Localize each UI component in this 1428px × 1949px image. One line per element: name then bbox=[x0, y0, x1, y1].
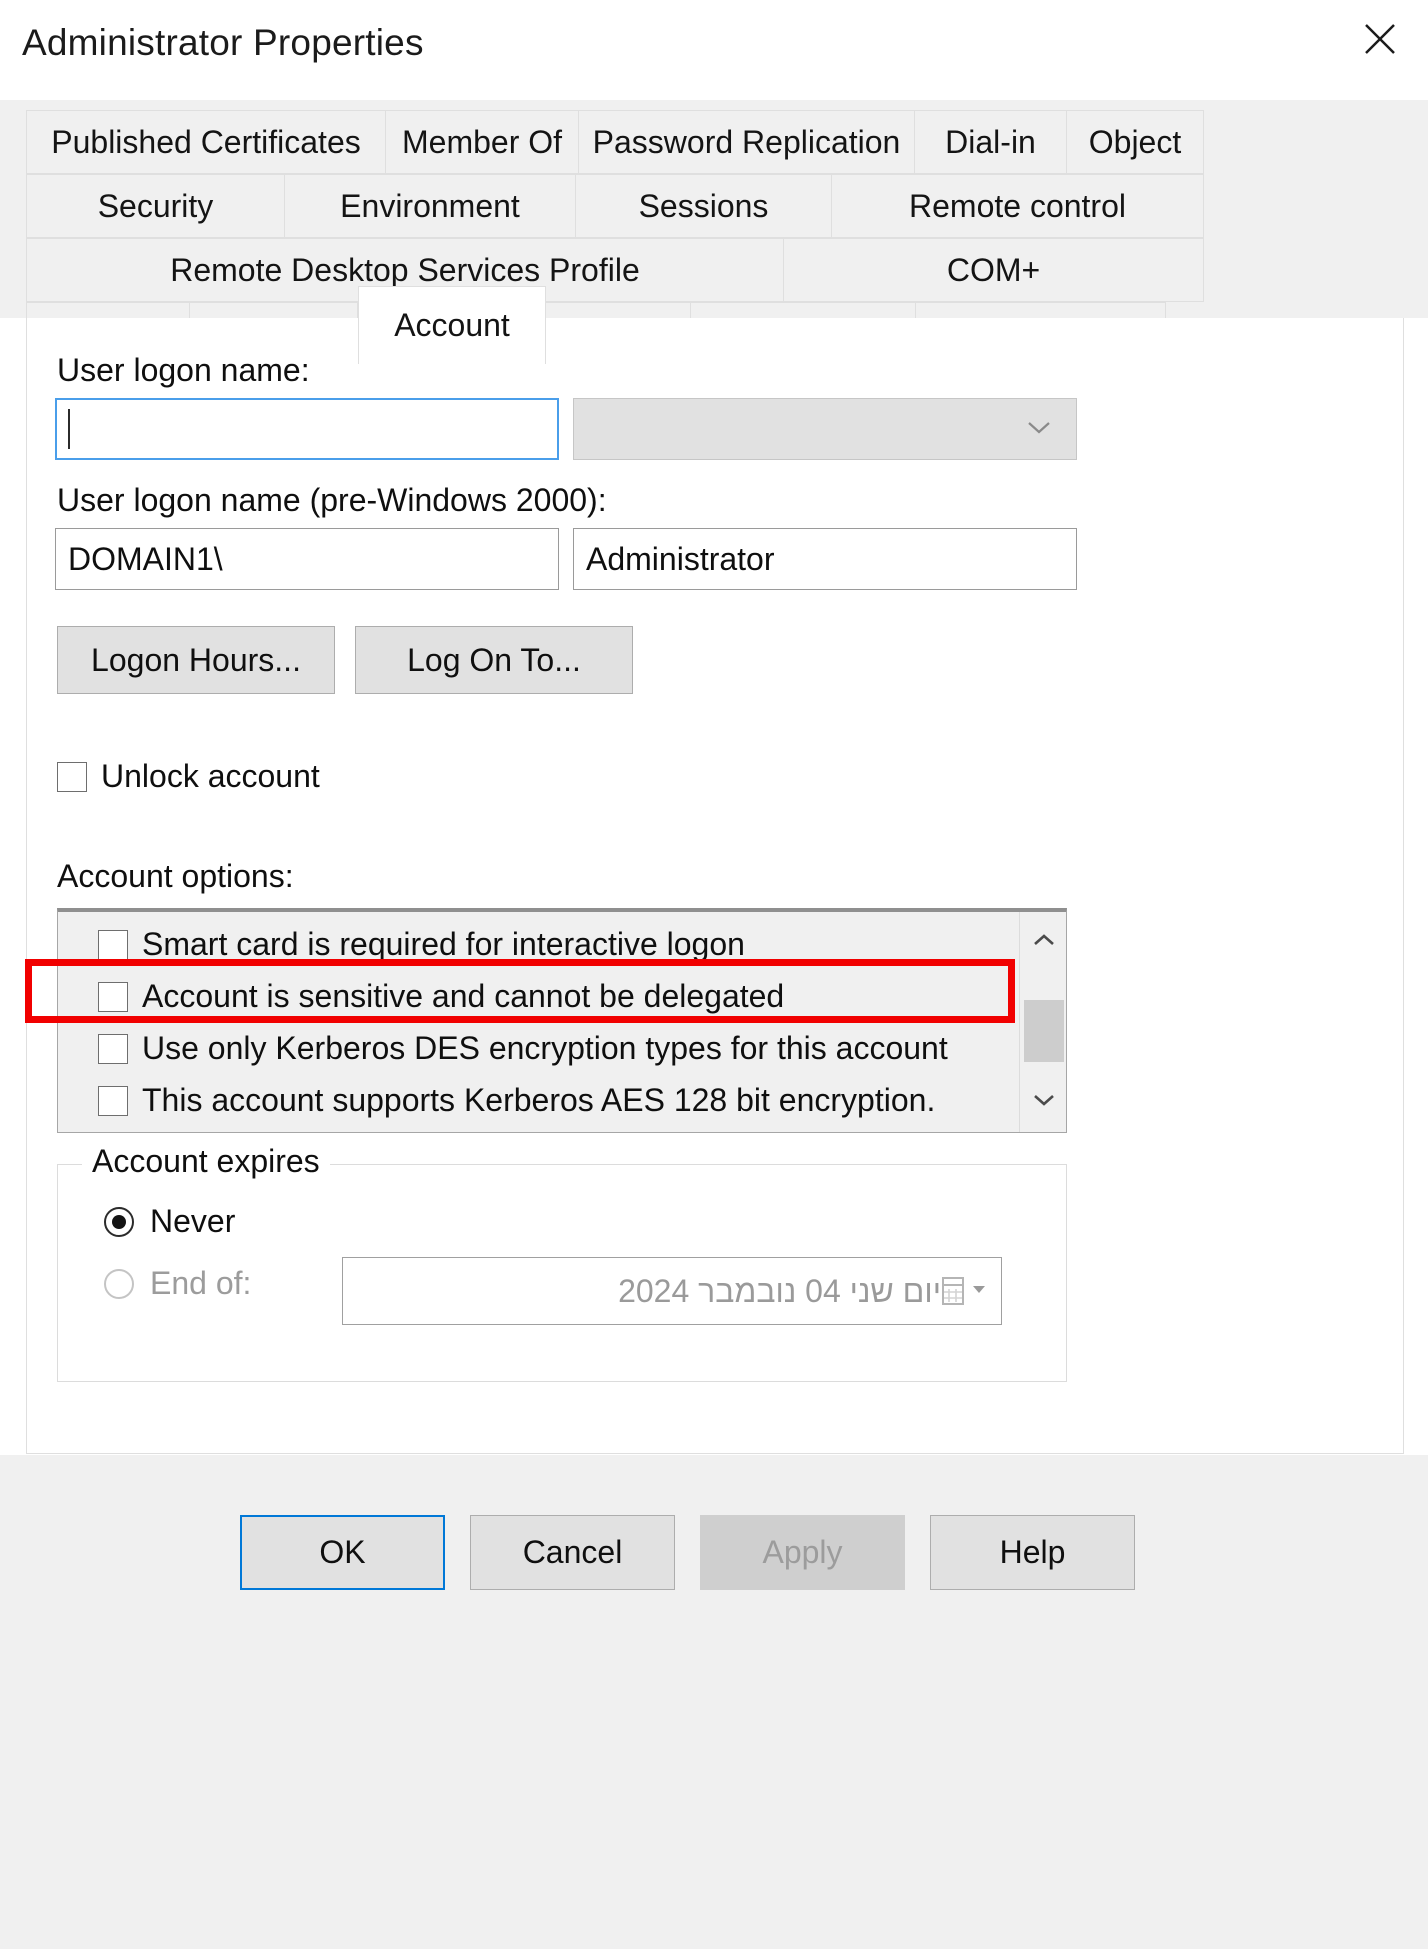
scroll-down-button[interactable] bbox=[1020, 1078, 1067, 1126]
tab-label: Member Of bbox=[402, 124, 562, 161]
text-caret bbox=[68, 409, 70, 449]
tab-label: Dial-in bbox=[945, 124, 1036, 161]
chevron-up-icon bbox=[1031, 932, 1057, 953]
upn-suffix-dropdown[interactable] bbox=[573, 398, 1077, 460]
tab-label: Remote Desktop Services Profile bbox=[170, 252, 640, 289]
tab-published-certificates[interactable]: Published Certificates bbox=[26, 110, 386, 174]
tab-label: Security bbox=[98, 188, 214, 225]
tab-label: Password Replication bbox=[593, 124, 901, 161]
unlock-account-label: Unlock account bbox=[101, 758, 320, 795]
tab-strip: Published Certificates Member Of Passwor… bbox=[0, 100, 1428, 318]
account-expires-group: Account expires Never End of: יום שני 04… bbox=[57, 1164, 1067, 1382]
user-logon-name-input[interactable] bbox=[55, 398, 559, 460]
administrator-properties-dialog: Administrator Properties Published Certi… bbox=[0, 0, 1428, 1949]
apply-label: Apply bbox=[762, 1534, 842, 1571]
option-kerberos-aes-128[interactable]: This account supports Kerberos AES 128 b… bbox=[98, 1082, 935, 1119]
option-label: Use only Kerberos DES encryption types f… bbox=[142, 1030, 948, 1067]
account-tab-panel: User logon name: User logon name (pre-Wi… bbox=[26, 318, 1404, 1454]
logon-hours-label: Logon Hours... bbox=[91, 642, 301, 679]
chevron-down-icon bbox=[1031, 1092, 1057, 1113]
ok-label: OK bbox=[319, 1534, 365, 1571]
user-logon-name-label: User logon name: bbox=[57, 352, 310, 389]
checkbox-icon bbox=[98, 930, 128, 960]
pre-windows-2000-domain-input[interactable]: DOMAIN1\ bbox=[55, 528, 559, 590]
option-smart-card-required[interactable]: Smart card is required for interactive l… bbox=[98, 926, 745, 963]
log-on-to-label: Log On To... bbox=[407, 642, 581, 679]
pre-windows-2000-label: User logon name (pre-Windows 2000): bbox=[57, 482, 607, 519]
tab-label: Sessions bbox=[639, 188, 769, 225]
option-account-sensitive[interactable]: Account is sensitive and cannot be deleg… bbox=[98, 978, 784, 1015]
tab-sessions[interactable]: Sessions bbox=[576, 174, 832, 238]
account-options-label: Account options: bbox=[57, 858, 294, 895]
tab-remote-control[interactable]: Remote control bbox=[832, 174, 1204, 238]
account-expires-date-picker[interactable]: יום שני 04 נובמבר 2024 bbox=[342, 1257, 1002, 1325]
tab-label: Published Certificates bbox=[51, 124, 360, 161]
radio-never-label: Never bbox=[150, 1203, 235, 1240]
calendar-icon bbox=[941, 1276, 987, 1306]
option-kerberos-des[interactable]: Use only Kerberos DES encryption types f… bbox=[98, 1030, 948, 1067]
tab-row-2: Security Environment Sessions Remote con… bbox=[26, 174, 1404, 238]
chevron-down-icon bbox=[971, 1282, 987, 1300]
radio-end-of-label: End of: bbox=[150, 1265, 251, 1302]
tab-label: Environment bbox=[340, 188, 520, 225]
log-on-to-button[interactable]: Log On To... bbox=[355, 626, 633, 694]
pre-windows-2000-name-input[interactable]: Administrator bbox=[573, 528, 1077, 590]
radio-icon bbox=[104, 1269, 134, 1299]
ok-button[interactable]: OK bbox=[240, 1515, 445, 1590]
account-expires-title: Account expires bbox=[82, 1143, 330, 1180]
pre-windows-2000-name-value: Administrator bbox=[586, 541, 775, 578]
tab-label: Object bbox=[1089, 124, 1181, 161]
checkbox-icon bbox=[98, 1034, 128, 1064]
tab-label: Remote control bbox=[909, 188, 1126, 225]
pre-windows-2000-domain-value: DOMAIN1\ bbox=[68, 541, 223, 578]
checkbox-icon bbox=[57, 762, 87, 792]
tab-account[interactable]: Account bbox=[358, 286, 546, 364]
radio-never[interactable]: Never bbox=[104, 1203, 235, 1240]
tab-dial-in[interactable]: Dial-in bbox=[915, 110, 1067, 174]
account-options-scrollbar[interactable] bbox=[1019, 912, 1066, 1132]
close-button[interactable] bbox=[1332, 0, 1428, 78]
logon-hours-button[interactable]: Logon Hours... bbox=[57, 626, 335, 694]
close-icon bbox=[1360, 19, 1400, 59]
option-label: This account supports Kerberos AES 128 b… bbox=[142, 1082, 935, 1119]
tab-environment[interactable]: Environment bbox=[285, 174, 576, 238]
help-button[interactable]: Help bbox=[930, 1515, 1135, 1590]
checkbox-icon bbox=[98, 982, 128, 1012]
option-label: Smart card is required for interactive l… bbox=[142, 926, 745, 963]
account-options-list[interactable]: Smart card is required for interactive l… bbox=[57, 908, 1067, 1133]
scroll-up-button[interactable] bbox=[1020, 918, 1067, 966]
radio-icon bbox=[104, 1207, 134, 1237]
tab-object[interactable]: Object bbox=[1067, 110, 1204, 174]
tab-password-replication[interactable]: Password Replication bbox=[579, 110, 915, 174]
account-expires-date-value: יום שני 04 נובמבר 2024 bbox=[365, 1273, 941, 1310]
tab-security[interactable]: Security bbox=[26, 174, 285, 238]
dialog-footer: OK Cancel Apply Help bbox=[0, 1455, 1428, 1949]
radio-end-of[interactable]: End of: bbox=[104, 1265, 251, 1302]
scrollbar-thumb[interactable] bbox=[1024, 1000, 1064, 1062]
tab-label: Account bbox=[394, 307, 510, 344]
page-title: Administrator Properties bbox=[22, 22, 424, 64]
cancel-button[interactable]: Cancel bbox=[470, 1515, 675, 1590]
cancel-label: Cancel bbox=[523, 1534, 623, 1571]
tab-label: COM+ bbox=[947, 252, 1040, 289]
tab-com-plus[interactable]: COM+ bbox=[784, 238, 1204, 302]
apply-button: Apply bbox=[700, 1515, 905, 1590]
checkbox-icon bbox=[98, 1086, 128, 1116]
tab-row-1: Published Certificates Member Of Passwor… bbox=[26, 110, 1404, 174]
option-label: Account is sensitive and cannot be deleg… bbox=[142, 978, 784, 1015]
title-bar: Administrator Properties bbox=[0, 0, 1428, 100]
tab-row-3: Remote Desktop Services Profile COM+ bbox=[26, 238, 1404, 302]
unlock-account-checkbox[interactable]: Unlock account bbox=[57, 758, 320, 795]
chevron-down-icon bbox=[1026, 419, 1052, 440]
help-label: Help bbox=[1000, 1534, 1066, 1571]
tab-member-of[interactable]: Member Of bbox=[386, 110, 579, 174]
